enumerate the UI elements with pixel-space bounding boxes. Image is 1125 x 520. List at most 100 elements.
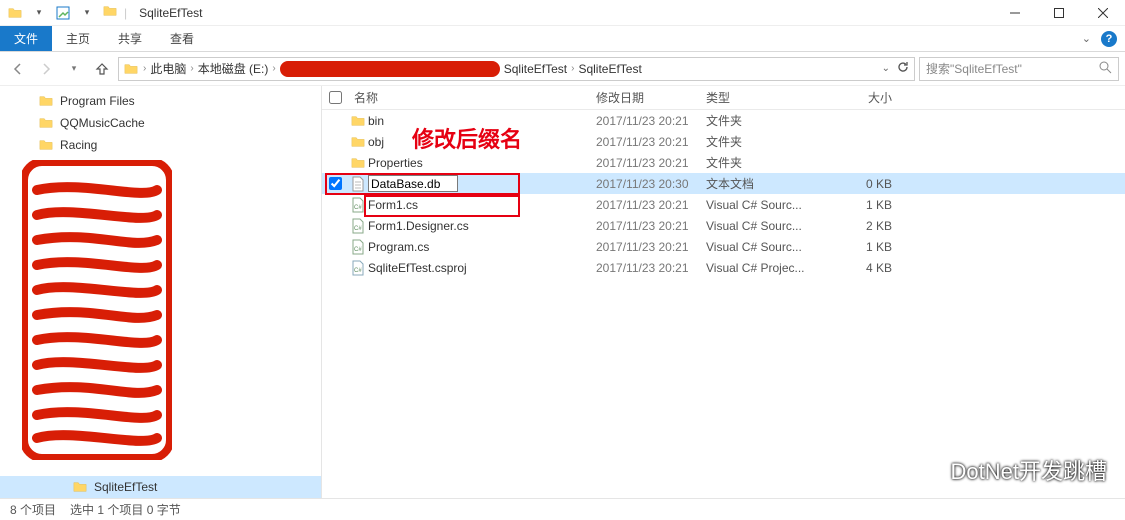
chevron-right-icon[interactable]: › [571, 63, 574, 74]
refresh-icon[interactable] [896, 60, 910, 77]
folder-icon [38, 94, 54, 108]
sidebar-item-selected[interactable]: SqliteEfTest [0, 476, 321, 498]
crumb-this-pc[interactable]: 此电脑 [150, 60, 186, 77]
file-icon: C# [348, 260, 368, 276]
status-selection: 选中 1 个项目 0 字节 [70, 501, 181, 518]
folder-icon [72, 480, 88, 494]
search-placeholder: 搜索"SqliteEfTest" [926, 60, 1022, 77]
sidebar-item-label: QQMusicCache [60, 116, 145, 130]
address-dropdown-icon[interactable]: ⌄ [882, 63, 890, 74]
file-icon: C# [348, 218, 368, 234]
file-name: obj [368, 135, 384, 149]
folder-icon [348, 135, 368, 149]
crumb-folder1[interactable]: SqliteEfTest [504, 62, 567, 76]
ribbon-expand-icon[interactable]: ⌄ [1082, 32, 1091, 45]
column-date[interactable]: 修改日期 [596, 89, 706, 106]
back-button[interactable] [6, 57, 30, 81]
folder-icon[interactable] [6, 4, 24, 22]
sidebar-item-label: Program Files [60, 94, 135, 108]
table-row[interactable]: C#SqliteEfTest.csproj2017/11/23 20:21Vis… [322, 257, 1125, 278]
file-name: Form1.cs [368, 198, 418, 212]
column-size[interactable]: 大小 [836, 89, 900, 106]
svg-text:C#: C# [354, 268, 362, 274]
file-size: 4 KB [836, 261, 900, 275]
sidebar-item[interactable]: QQMusicCache [0, 112, 321, 134]
file-date: 2017/11/23 20:21 [596, 240, 706, 254]
chevron-right-icon[interactable]: › [190, 63, 193, 74]
file-type: 文本文档 [706, 175, 836, 192]
search-icon [1099, 61, 1112, 77]
file-date: 2017/11/23 20:21 [596, 198, 706, 212]
file-type: Visual C# Sourc... [706, 219, 836, 233]
file-name: Program.cs [368, 240, 429, 254]
rename-input[interactable] [368, 175, 458, 192]
maximize-button[interactable] [1037, 0, 1081, 26]
file-icon: C# [348, 197, 368, 213]
file-type: 文件夹 [706, 133, 836, 150]
help-icon[interactable]: ? [1101, 31, 1117, 47]
select-all-checkbox[interactable] [329, 91, 342, 104]
titlebar: ▾ ▾ | SqliteEfTest [0, 0, 1125, 26]
chevron-right-icon[interactable]: › [272, 63, 275, 74]
file-size: 1 KB [836, 240, 900, 254]
svg-text:C#: C# [354, 205, 362, 211]
nav-row: ▾ › 此电脑 › 本地磁盘 (E:) › SqliteEfTest › Sql… [0, 52, 1125, 86]
file-name: Properties [368, 156, 423, 170]
window-title: SqliteEfTest [139, 6, 202, 20]
folder-icon [348, 114, 368, 128]
close-button[interactable] [1081, 0, 1125, 26]
table-row[interactable]: C#Form1.Designer.cs 2017/11/23 20:21Visua… [322, 215, 1125, 236]
folder-icon [123, 62, 139, 76]
tab-home[interactable]: 主页 [52, 26, 104, 51]
qat-properties[interactable] [54, 4, 72, 22]
file-size: 1 KB [836, 198, 900, 212]
file-type: 文件夹 [706, 154, 836, 171]
main-area: Program Files QQMusicCache Racing [0, 86, 1125, 498]
table-row[interactable]: bin2017/11/23 20:21文件夹 [322, 110, 1125, 131]
file-date: 2017/11/23 20:30 [596, 177, 706, 191]
redaction-scribble [22, 160, 172, 460]
address-bar[interactable]: › 此电脑 › 本地磁盘 (E:) › SqliteEfTest › Sqlit… [118, 57, 915, 81]
file-name: Form1.Designer.cs [368, 219, 469, 233]
file-date: 2017/11/23 20:21 [596, 261, 706, 275]
file-icon [348, 176, 368, 192]
file-date: 2017/11/23 20:21 [596, 135, 706, 149]
table-row[interactable]: C# Form1.cs 2017/11/23 20:21Visual C# Sour… [322, 194, 1125, 215]
sidebar-item[interactable]: Program Files [0, 90, 321, 112]
table-row[interactable]: obj 2017/11/23 20:21文件夹 [322, 131, 1125, 152]
qat-dropdown[interactable]: ▾ [30, 4, 48, 22]
sidebar-item-label: SqliteEfTest [94, 480, 157, 494]
tab-share[interactable]: 共享 [104, 26, 156, 51]
table-row[interactable]: Properties2017/11/23 20:21文件夹 [322, 152, 1125, 173]
file-type: Visual C# Sourc... [706, 198, 836, 212]
file-size: 2 KB [836, 219, 900, 233]
forward-button[interactable] [34, 57, 58, 81]
folder-icon [348, 156, 368, 170]
table-row[interactable]: 2017/11/23 20:30文本文档0 KB [322, 173, 1125, 194]
chevron-right-icon[interactable]: › [143, 63, 146, 74]
ribbon: 文件 主页 共享 查看 ⌄ ? [0, 26, 1125, 52]
sidebar-item[interactable]: Racing [0, 134, 321, 156]
redacted-path [280, 61, 500, 77]
crumb-folder2[interactable]: SqliteEfTest [578, 62, 641, 76]
file-type: Visual C# Projec... [706, 261, 836, 275]
up-button[interactable] [90, 57, 114, 81]
status-count: 8 个项目 [10, 501, 56, 518]
file-list: 名称 修改日期 类型 大小 bin2017/11/23 20:21文件夹 obj 2… [322, 86, 1125, 498]
file-date: 2017/11/23 20:21 [596, 219, 706, 233]
file-tab[interactable]: 文件 [0, 26, 52, 51]
search-input[interactable]: 搜索"SqliteEfTest" [919, 57, 1119, 81]
column-name[interactable]: 名称 [348, 89, 596, 106]
column-type[interactable]: 类型 [706, 89, 836, 106]
recent-dropdown[interactable]: ▾ [62, 57, 86, 81]
tree: Program Files QQMusicCache Racing [0, 86, 321, 156]
column-headers: 名称 修改日期 类型 大小 [322, 86, 1125, 110]
crumb-drive[interactable]: 本地磁盘 (E:) [198, 60, 269, 77]
folder-icon [38, 116, 54, 130]
table-row[interactable]: C#Program.cs2017/11/23 20:21Visual C# So… [322, 236, 1125, 257]
sidebar: Program Files QQMusicCache Racing [0, 86, 322, 498]
minimize-button[interactable] [993, 0, 1037, 26]
tab-view[interactable]: 查看 [156, 26, 208, 51]
row-checkbox[interactable] [329, 177, 342, 190]
qat-dropdown-2[interactable]: ▾ [78, 4, 96, 22]
